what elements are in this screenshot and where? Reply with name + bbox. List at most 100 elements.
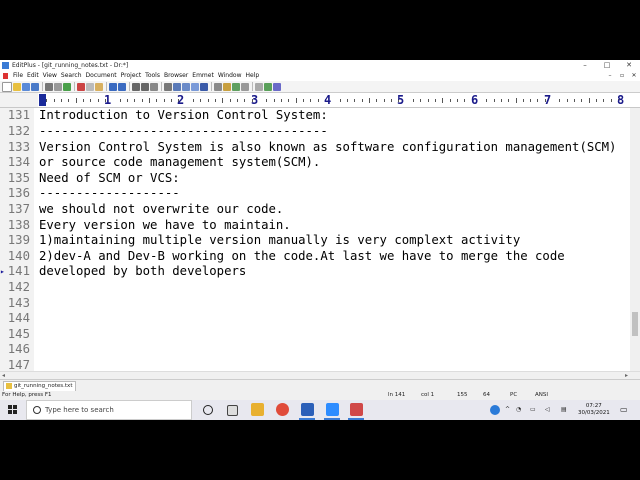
doc-restore-button[interactable]: ▫ <box>616 71 628 81</box>
close-button[interactable]: ✕ <box>618 60 640 71</box>
editor-line[interactable]: 139 1)maintaining multiple version manual… <box>0 233 630 249</box>
save-icon[interactable] <box>22 82 30 91</box>
ruler-tick <box>522 99 524 102</box>
help-tray-icon[interactable] <box>490 405 500 415</box>
undo-icon[interactable] <box>109 82 117 91</box>
menu-project[interactable]: Project <box>121 71 142 81</box>
font-icon[interactable] <box>164 82 172 91</box>
editor-line[interactable]: 147 <box>0 358 630 371</box>
spell-check-icon[interactable] <box>63 82 71 91</box>
line-text[interactable]: Version Control System is also known as … <box>39 140 616 156</box>
notifications-icon[interactable]: ▭ <box>620 400 628 420</box>
menu-help[interactable]: Help <box>245 71 259 81</box>
volume-icon[interactable]: ◁ <box>545 400 550 420</box>
editor-line[interactable]: 132 -------------------------------------… <box>0 124 630 140</box>
line-text[interactable]: Introduction to Version Control System: <box>39 108 328 124</box>
vertical-scrollbar[interactable] <box>630 108 640 371</box>
menu-edit[interactable]: Edit <box>27 71 39 81</box>
line-number: 134 <box>7 155 30 170</box>
ruler-tick <box>420 99 422 102</box>
editor-line-current[interactable]: ▸ 141 developed by both developers <box>0 264 630 280</box>
line-text[interactable]: we should not overwrite our code. <box>39 202 283 218</box>
find-icon[interactable] <box>132 82 140 91</box>
menu-emmet[interactable]: Emmet <box>192 71 214 81</box>
editplus-taskbar-icon[interactable] <box>350 403 363 416</box>
doc-close-button[interactable]: ✕ <box>628 71 640 81</box>
battery-icon[interactable]: ▭ <box>530 400 536 420</box>
vertical-scrollbar-thumb[interactable] <box>632 312 638 336</box>
taskbar-clock[interactable]: 07:27 30/03/2021 <box>578 403 610 417</box>
cortana-icon[interactable] <box>203 405 213 415</box>
redo-icon[interactable] <box>118 82 126 91</box>
ruler-tick <box>90 99 92 102</box>
editor-line[interactable]: 143 <box>0 296 630 312</box>
open-folder-icon[interactable] <box>13 82 21 91</box>
editor-line[interactable]: 137 we should not overwrite our code. <box>0 202 630 218</box>
editor-line[interactable]: 133 Version Control System is also known … <box>0 140 630 156</box>
editor-line[interactable]: 131 Introduction to Version Control Syste… <box>0 108 630 124</box>
line-number-icon[interactable] <box>191 82 199 91</box>
print-preview-icon[interactable] <box>54 82 62 91</box>
line-text[interactable]: --------------------------------------- <box>39 124 328 140</box>
word-icon[interactable] <box>301 403 314 416</box>
menu-search[interactable]: Search <box>61 71 82 81</box>
windows-start-icon[interactable] <box>8 405 18 415</box>
line-text[interactable]: 2)dev-A and Dev-B working on the code.At… <box>39 249 565 265</box>
ruler-tick <box>83 99 84 102</box>
editor-line[interactable]: 134 or source code management system(SCM)… <box>0 155 630 171</box>
new-file-icon[interactable] <box>2 81 12 92</box>
output-window-icon[interactable] <box>241 82 249 91</box>
task-view-icon[interactable] <box>227 405 238 416</box>
zoom-icon[interactable] <box>326 403 339 416</box>
maximize-button[interactable]: □ <box>596 60 618 71</box>
editor-line[interactable]: 144 <box>0 311 630 327</box>
preferences-icon[interactable] <box>255 82 263 91</box>
directory-window-icon[interactable] <box>223 82 231 91</box>
cliptext-window-icon[interactable] <box>232 82 240 91</box>
replace-icon[interactable] <box>141 82 149 91</box>
network-icon[interactable]: ◔ <box>516 400 521 420</box>
editor-line[interactable]: 142 <box>0 280 630 296</box>
ruler-icon[interactable] <box>182 82 190 91</box>
document-system-icon[interactable] <box>3 73 8 79</box>
toggle-toolbar-icon[interactable] <box>214 82 222 91</box>
taskbar-search-box[interactable]: Type here to search <box>26 400 192 420</box>
editor-line[interactable]: 146 <box>0 342 630 358</box>
doc-minimize-button[interactable]: – <box>604 71 616 81</box>
horizontal-scrollbar[interactable]: ◂ ▸ <box>0 371 640 379</box>
help-icon[interactable] <box>273 82 281 91</box>
menu-document[interactable]: Document <box>86 71 117 81</box>
word-wrap-icon[interactable] <box>173 82 181 91</box>
keyboard-icon[interactable]: ▤ <box>561 400 567 420</box>
line-text[interactable]: Need of SCM or VCS: <box>39 171 180 187</box>
menu-tools[interactable]: Tools <box>145 71 160 81</box>
menu-file[interactable]: File <box>13 71 23 81</box>
line-text[interactable]: 1)maintaining multiple version manually … <box>39 233 520 249</box>
find-in-files-icon[interactable] <box>150 82 158 91</box>
file-explorer-icon[interactable] <box>251 403 264 416</box>
cut-icon[interactable] <box>77 82 85 91</box>
line-text[interactable]: or source code management system(SCM). <box>39 155 320 171</box>
line-text[interactable]: Every version we have to maintain. <box>39 218 291 234</box>
tray-overflow-icon[interactable]: ^ <box>505 400 510 420</box>
editor-line[interactable]: 138 Every version we have to maintain. <box>0 218 630 234</box>
line-text[interactable]: ------------------- <box>39 186 180 202</box>
save-all-icon[interactable] <box>31 82 39 91</box>
ruler-tick <box>588 98 590 103</box>
editor-line[interactable]: 145 <box>0 327 630 343</box>
text-editor[interactable]: 131 Introduction to Version Control Syste… <box>0 108 630 371</box>
chrome-icon[interactable] <box>276 403 289 416</box>
paste-icon[interactable] <box>95 82 103 91</box>
editor-line[interactable]: 135 Need of SCM or VCS: <box>0 171 630 187</box>
menu-browser[interactable]: Browser <box>164 71 188 81</box>
menu-view[interactable]: View <box>43 71 57 81</box>
editor-line[interactable]: 140 2)dev-A and Dev-B working on the code… <box>0 249 630 265</box>
run-browser-icon[interactable] <box>264 82 272 91</box>
minimize-button[interactable]: – <box>574 60 596 71</box>
editor-line[interactable]: 136 ------------------- <box>0 186 630 202</box>
screen-width-icon[interactable] <box>200 82 208 91</box>
line-text[interactable]: developed by both developers <box>39 264 246 280</box>
copy-icon[interactable] <box>86 82 94 91</box>
print-icon[interactable] <box>45 82 53 91</box>
menu-window[interactable]: Window <box>218 71 242 81</box>
